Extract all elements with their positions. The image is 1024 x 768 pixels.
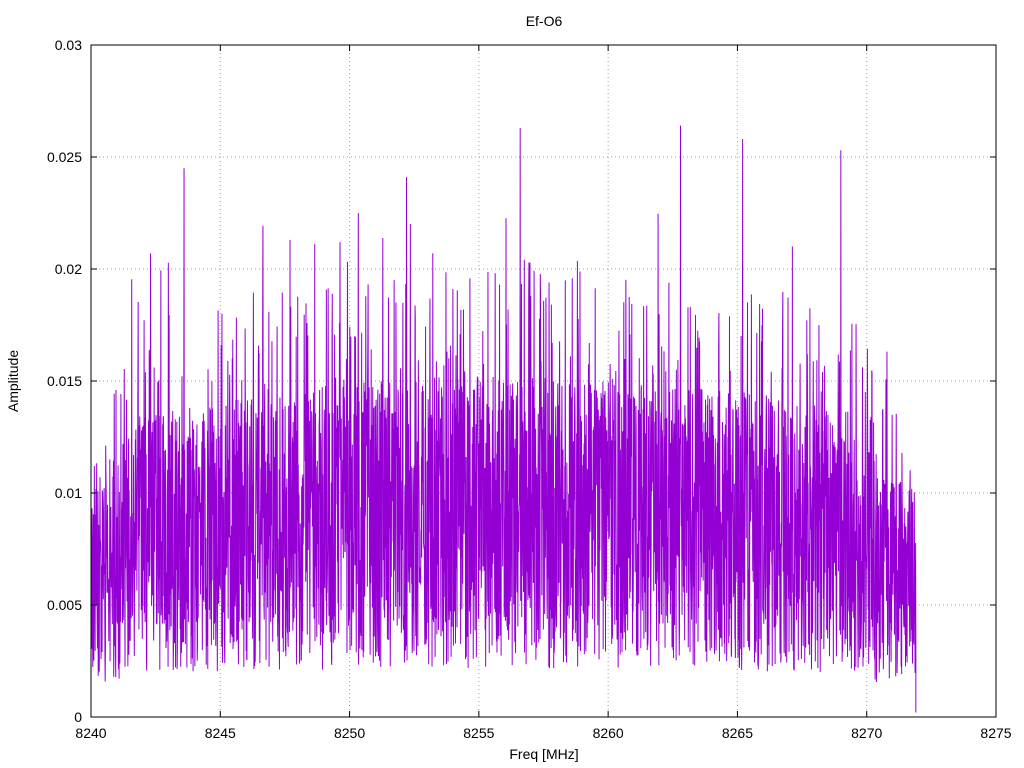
x-tick-label: 8255 — [463, 725, 494, 741]
x-tick-label: 8240 — [75, 725, 106, 741]
series-line — [90, 125, 917, 713]
x-tick-label: 8250 — [334, 725, 365, 741]
y-tick-label: 0.01 — [55, 485, 82, 501]
y-tick-label: 0 — [74, 709, 82, 725]
chart: Ef-O6 8240 8245 8250 8255 8260 8265 8270 8275 0 0… — [5, 13, 1012, 762]
y-axis-label: Amplitude — [5, 350, 21, 412]
x-tick-label: 8265 — [722, 725, 753, 741]
x-tick-label: 8270 — [851, 725, 882, 741]
y-tick-label: 0.025 — [47, 149, 82, 165]
x-tick-label: 8245 — [205, 725, 236, 741]
x-tick-label: 8260 — [593, 725, 624, 741]
y-tick-label: 0.02 — [55, 261, 82, 277]
y-tick-label: 0.005 — [47, 597, 82, 613]
chart-title: Ef-O6 — [526, 13, 563, 29]
plot-area — [90, 125, 917, 713]
y-tick-label: 0.015 — [47, 373, 82, 389]
y-tick-label: 0.03 — [55, 37, 82, 53]
x-tick-label: 8275 — [980, 725, 1011, 741]
x-axis-label: Freq [MHz] — [509, 746, 578, 762]
